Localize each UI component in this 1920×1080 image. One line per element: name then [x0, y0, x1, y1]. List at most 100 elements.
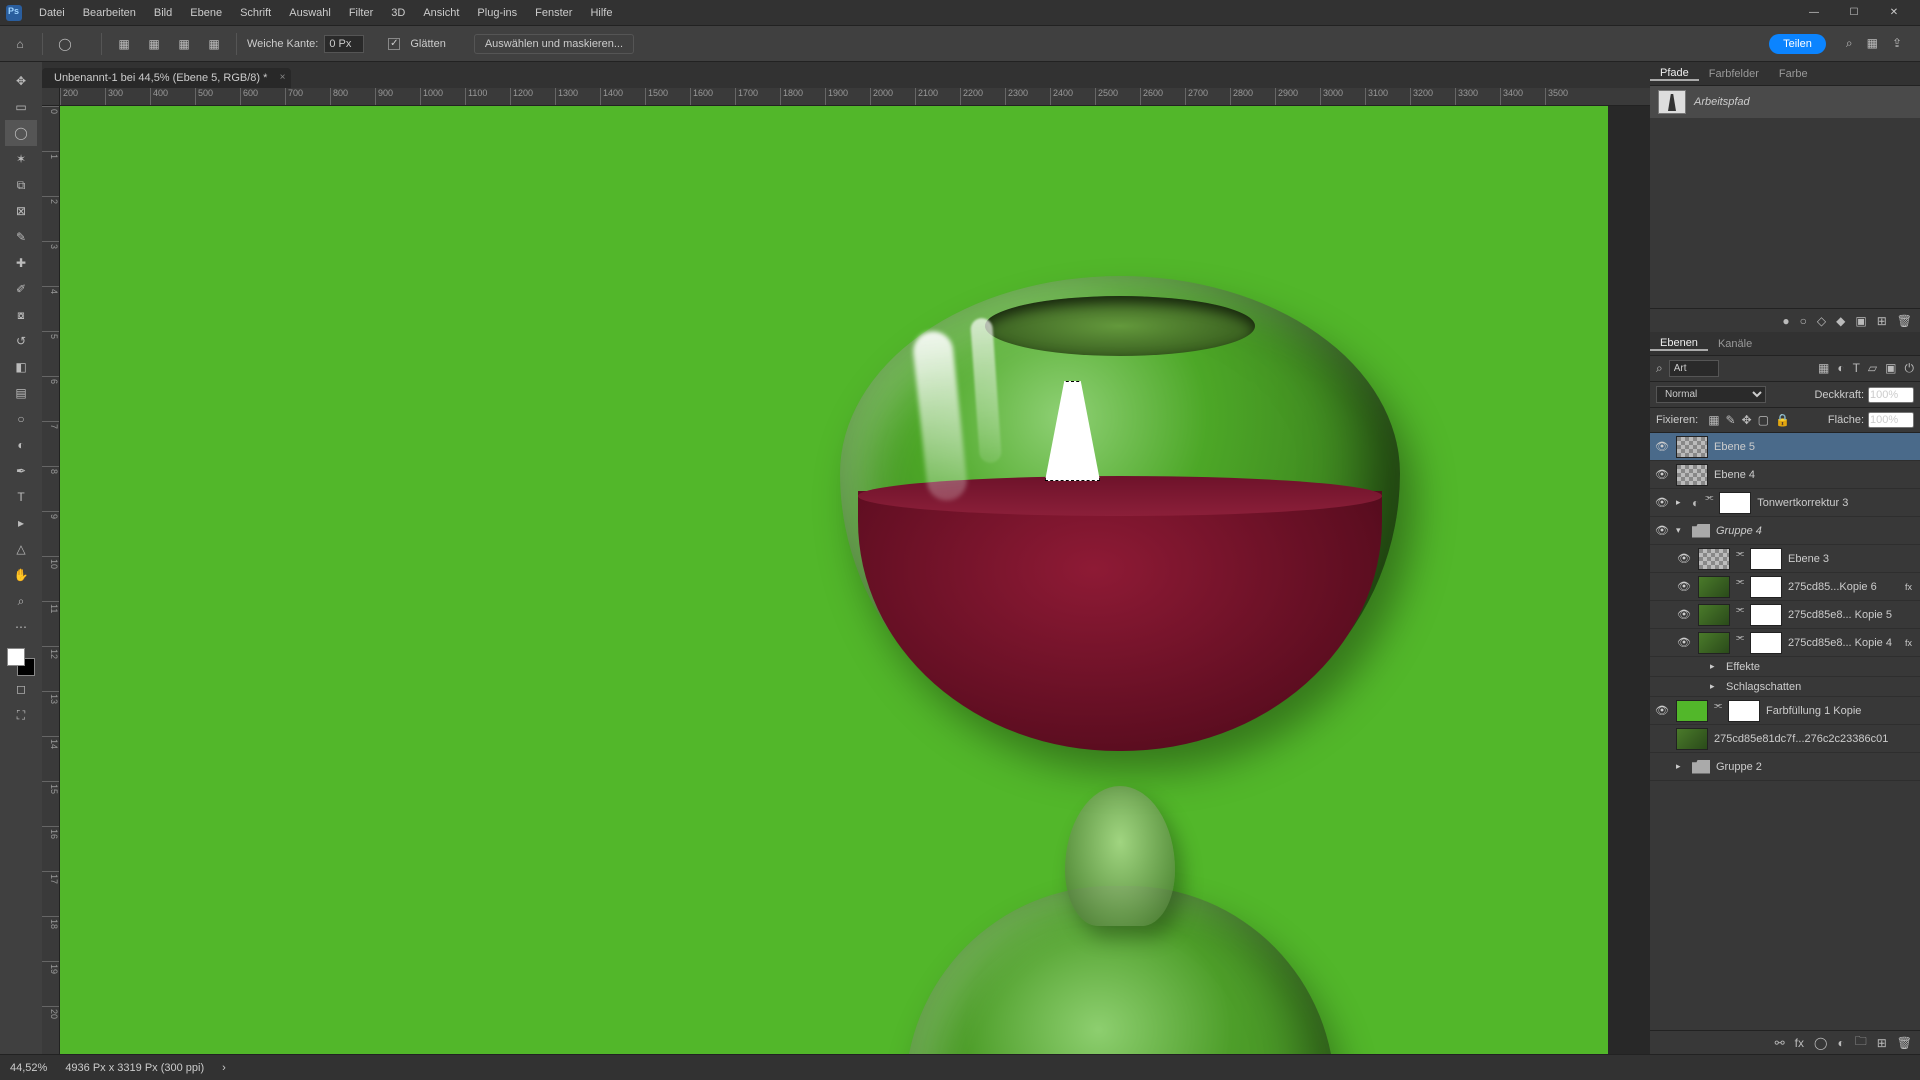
link-icon[interactable]: ⫘	[1736, 548, 1744, 570]
search-icon[interactable]: ⌕	[1846, 36, 1853, 51]
effect-toggle-icon[interactable]: ▸	[1710, 661, 1720, 672]
ruler-vertical[interactable]: 01234567891011121314151617181920	[42, 106, 60, 1054]
fx-badge[interactable]: fx	[1905, 582, 1916, 592]
frame-tool[interactable]: ⊠	[5, 198, 37, 224]
zoom-level[interactable]: 44,52%	[10, 1062, 47, 1074]
lock-pixels-icon[interactable]: ✎	[1726, 413, 1736, 427]
lock-all-icon[interactable]: 🔒	[1775, 413, 1790, 427]
link-icon[interactable]: ⫘	[1736, 604, 1744, 626]
layer-name[interactable]: 275cd85e8... Kopie 4	[1788, 637, 1892, 649]
ruler-horizontal[interactable]: 2003004005006007008009001000110012001300…	[60, 88, 1650, 106]
dodge-tool[interactable]: ◐	[5, 432, 37, 458]
maximize-button[interactable]: ☐	[1834, 3, 1874, 23]
layer-thumbnail[interactable]	[1676, 728, 1708, 750]
subtract-selection-icon[interactable]: ▦	[172, 32, 196, 56]
eraser-tool[interactable]: ◧	[5, 354, 37, 380]
layer-name[interactable]: Ebene 5	[1714, 441, 1755, 453]
layer-name[interactable]: Tonwertkorrektur 3	[1757, 497, 1848, 509]
mask-thumbnail[interactable]	[1750, 576, 1782, 598]
color-swatches[interactable]	[7, 648, 35, 676]
new-path-icon[interactable]: ⊞	[1877, 314, 1887, 328]
new-group-icon[interactable]: 🗀	[1855, 1032, 1867, 1053]
visibility-toggle-icon[interactable]: 👁	[1676, 636, 1692, 649]
layer-thumbnail[interactable]	[1676, 700, 1708, 722]
lasso-tool-icon[interactable]: ◯	[53, 32, 77, 56]
layer-row[interactable]: ▸Effekte	[1650, 657, 1920, 677]
layer-row[interactable]: ▸Schlagschatten	[1650, 677, 1920, 697]
effect-toggle-icon[interactable]: ▸	[1710, 681, 1720, 692]
healing-tool[interactable]: ✚	[5, 250, 37, 276]
layer-group[interactable]: ▸ Gruppe 2	[1650, 753, 1920, 781]
layer-name[interactable]: 275cd85e81dc7f...276c2c23386c01	[1714, 733, 1888, 745]
layer-row[interactable]: 275cd85e81dc7f...276c2c23386c01	[1650, 725, 1920, 753]
filter-shape-icon[interactable]: ▱	[1868, 361, 1877, 376]
layer-thumbnail[interactable]	[1698, 604, 1730, 626]
layer-row[interactable]: 👁⫘275cd85...Kopie 6fx	[1650, 573, 1920, 601]
history-brush-tool[interactable]: ↺	[5, 328, 37, 354]
link-layers-icon[interactable]: ⚯	[1775, 1036, 1785, 1050]
mask-thumbnail[interactable]	[1750, 604, 1782, 626]
antialias-checkbox[interactable]	[388, 38, 400, 50]
fill-path-icon[interactable]: ●	[1782, 314, 1789, 328]
pen-tool[interactable]: ✒	[5, 458, 37, 484]
new-selection-icon[interactable]: ▦	[112, 32, 136, 56]
delete-layer-icon[interactable]: 🗑	[1897, 1036, 1912, 1050]
visibility-toggle-icon[interactable]: 👁	[1654, 524, 1670, 537]
layer-name[interactable]: Farbfüllung 1 Kopie	[1766, 705, 1861, 717]
lasso-tool[interactable]: ◯	[5, 120, 37, 146]
visibility-toggle-icon[interactable]: 👁	[1654, 704, 1670, 717]
folder-toggle-icon[interactable]: ▸	[1676, 761, 1686, 772]
gradient-tool[interactable]: ▤	[5, 380, 37, 406]
visibility-toggle-icon[interactable]: 👁	[1654, 468, 1670, 481]
lock-transparency-icon[interactable]: ▦	[1708, 413, 1719, 427]
layer-row[interactable]: 👁 Ebene 5	[1650, 433, 1920, 461]
marquee-tool[interactable]: ▭	[5, 94, 37, 120]
visibility-toggle-icon[interactable]: 👁	[1654, 496, 1670, 509]
clone-tool[interactable]: ⧇	[5, 302, 37, 328]
add-layer-mask-icon[interactable]: ◯	[1814, 1036, 1827, 1050]
intersect-selection-icon[interactable]: ▦	[202, 32, 226, 56]
link-icon[interactable]: ⫘	[1705, 492, 1713, 514]
document-tab[interactable]: Unbenannt-1 bei 44,5% (Ebene 5, RGB/8) *…	[42, 68, 291, 88]
fill-input[interactable]	[1868, 412, 1914, 428]
filter-smart-icon[interactable]: ▣	[1885, 361, 1896, 376]
layer-group[interactable]: 👁▾Gruppe 4	[1650, 517, 1920, 545]
lock-artboard-icon[interactable]: ▢	[1758, 413, 1769, 427]
screenmode-toggle[interactable]: ⛶	[5, 702, 37, 728]
visibility-toggle-icon[interactable]: 👁	[1654, 440, 1670, 453]
menu-fenster[interactable]: Fenster	[526, 7, 581, 19]
workspace-icon[interactable]: ▦	[1867, 36, 1878, 51]
tab-paths[interactable]: Pfade	[1650, 67, 1699, 81]
minimize-button[interactable]: —	[1794, 3, 1834, 23]
magic-wand-tool[interactable]: ✶	[5, 146, 37, 172]
filter-adjust-icon[interactable]: ◐	[1837, 361, 1844, 376]
menu-datei[interactable]: Datei	[30, 7, 74, 19]
path-item[interactable]: Arbeitspfad	[1650, 86, 1920, 118]
feather-input[interactable]	[324, 35, 364, 53]
ruler-origin[interactable]	[42, 88, 60, 106]
delete-path-icon[interactable]: 🗑	[1897, 314, 1912, 328]
layer-name[interactable]: Gruppe 2	[1716, 761, 1762, 773]
stroke-path-icon[interactable]: ○	[1800, 314, 1807, 328]
add-mask-icon[interactable]: ▣	[1855, 314, 1866, 328]
layer-name[interactable]: 275cd85e8... Kopie 5	[1788, 609, 1892, 621]
shape-tool[interactable]: △	[5, 536, 37, 562]
crop-tool[interactable]: ⧉	[5, 172, 37, 198]
layer-filter-input[interactable]	[1669, 360, 1719, 377]
hand-tool[interactable]: ✋	[5, 562, 37, 588]
menu-plugins[interactable]: Plug-ins	[468, 7, 526, 19]
share-button[interactable]: Teilen	[1769, 34, 1826, 54]
menu-schrift[interactable]: Schrift	[231, 7, 280, 19]
mask-thumbnail[interactable]	[1728, 700, 1760, 722]
layer-row[interactable]: 👁⫘275cd85e8... Kopie 4fx	[1650, 629, 1920, 657]
layer-name[interactable]: 275cd85...Kopie 6	[1788, 581, 1877, 593]
quickmask-toggle[interactable]: ◻	[5, 676, 37, 702]
filter-toggle-icon[interactable]: ⏻	[1905, 361, 1915, 376]
menu-bild[interactable]: Bild	[145, 7, 181, 19]
filter-type-icon[interactable]: T	[1853, 361, 1860, 376]
layer-row[interactable]: 👁▸◐⫘Tonwertkorrektur 3	[1650, 489, 1920, 517]
layer-name[interactable]: Ebene 4	[1714, 469, 1755, 481]
new-layer-icon[interactable]: ⊞	[1877, 1036, 1887, 1050]
link-icon[interactable]: ⫘	[1736, 576, 1744, 598]
path-to-selection-icon[interactable]: ◇	[1817, 314, 1826, 328]
